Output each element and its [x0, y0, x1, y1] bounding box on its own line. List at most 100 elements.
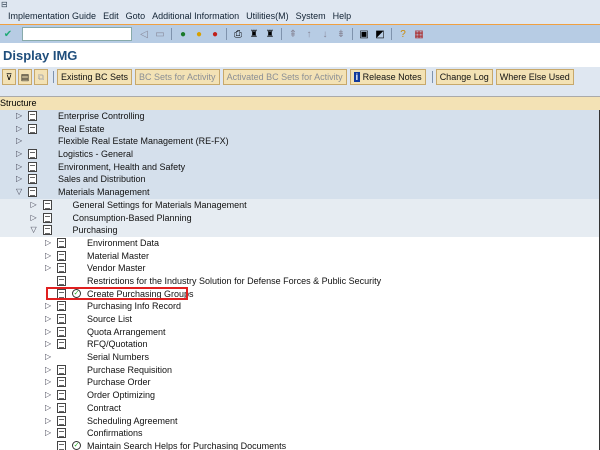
expand-node-icon[interactable]: ▷ — [45, 376, 51, 389]
expand-node-icon[interactable]: ▷ — [45, 415, 51, 428]
expand-node-icon[interactable]: ▷ — [16, 135, 22, 148]
documentation-icon[interactable] — [28, 161, 37, 172]
last-page-icon[interactable]: ⇟ — [335, 28, 347, 40]
documentation-icon[interactable] — [28, 149, 37, 160]
expand-node-icon[interactable]: ▷ — [45, 427, 51, 440]
documentation-icon[interactable] — [42, 225, 52, 236]
documentation-icon[interactable] — [57, 301, 66, 312]
change-log-button[interactable]: Change Log — [435, 69, 493, 85]
system-menu-icon[interactable]: ⊟ — [1, 0, 8, 9]
tree-node-label[interactable]: Logistics - General — [58, 148, 133, 161]
documentation-icon[interactable] — [28, 174, 37, 185]
expand-node-icon[interactable]: ▷ — [31, 212, 37, 225]
documentation-icon[interactable]: ▤ — [18, 69, 32, 85]
existing-bc-sets-button[interactable]: Existing BC Sets — [57, 69, 133, 85]
expand-node-icon[interactable]: ▷ — [45, 402, 51, 415]
expand-node-icon[interactable]: ▷ — [45, 326, 51, 339]
print-icon[interactable]: ⎙ — [232, 28, 244, 40]
tree-node-label[interactable]: Materials Management — [58, 186, 150, 199]
documentation-icon[interactable] — [57, 440, 66, 450]
copy-icon[interactable]: ⧉ — [34, 69, 48, 85]
tree-node-label[interactable]: Consumption-Based Planning — [73, 212, 192, 225]
tree-node[interactable]: ▷ Purchasing Info Record — [0, 300, 600, 313]
tree-node[interactable]: ▷ Sales and Distribution — [0, 173, 600, 187]
expand-subtree-icon[interactable]: ⊽ — [2, 69, 16, 85]
tree-node[interactable]: ▷ Real Estate — [0, 122, 600, 136]
documentation-icon[interactable] — [42, 212, 52, 223]
tree-node[interactable]: ▷ Serial Numbers — [0, 351, 600, 364]
tree-node-label[interactable]: Confirmations — [87, 427, 143, 440]
expand-node-icon[interactable]: ▷ — [16, 148, 22, 161]
documentation-icon[interactable] — [57, 339, 66, 350]
tree-node[interactable]: ▷ Quota Arrangement — [0, 325, 600, 339]
expand-node-icon[interactable]: ▷ — [45, 237, 51, 250]
expand-node-icon[interactable]: ▷ — [45, 364, 51, 377]
menu-additional-information[interactable]: Additional Information — [152, 11, 239, 21]
enter-icon[interactable]: ✔ — [2, 28, 14, 40]
release-notes-button[interactable]: i Release Notes — [349, 69, 426, 85]
documentation-icon[interactable] — [57, 402, 66, 413]
expand-node-icon[interactable]: ▷ — [45, 262, 51, 275]
documentation-icon[interactable] — [28, 111, 37, 121]
layout-menu-icon[interactable]: ▦ — [413, 28, 425, 40]
tree-node-label[interactable]: Enterprise Controlling — [58, 110, 145, 123]
tree-node[interactable]: ▽ Purchasing — [0, 224, 600, 237]
expand-node-icon[interactable]: ▷ — [45, 300, 51, 313]
menu-edit[interactable]: Edit — [103, 11, 119, 21]
expand-node-icon[interactable]: ▷ — [16, 123, 22, 136]
first-page-icon[interactable]: ⇞ — [287, 28, 299, 40]
menu-help[interactable]: Help — [333, 11, 352, 21]
find-icon[interactable]: ♜ — [248, 28, 260, 40]
tree-node[interactable]: ▷ Environment Data — [0, 236, 600, 250]
tree-node[interactable]: ▷ Flexible Real Estate Management (RE-FX) — [0, 135, 600, 149]
tree-node[interactable]: ▷ Consumption-Based Planning — [0, 211, 600, 225]
tree-node-label[interactable]: Purchasing Info Record — [87, 300, 181, 313]
find-next-icon[interactable]: ♜ — [264, 28, 276, 40]
exit-icon[interactable]: ● — [193, 28, 205, 40]
tree-node-label[interactable]: Sales and Distribution — [58, 173, 146, 186]
documentation-icon[interactable] — [57, 390, 66, 401]
tree-node[interactable]: ▷ RFQ/Quotation — [0, 338, 600, 352]
tree-node-label[interactable]: Source List — [87, 313, 132, 326]
tree-node[interactable]: ▷ General Settings for Materials Manageme… — [0, 198, 600, 212]
tree-node-label[interactable]: Environment Data — [87, 237, 159, 250]
help-icon[interactable]: ? — [397, 28, 409, 40]
documentation-icon[interactable] — [57, 428, 66, 439]
menu-utilities-m-[interactable]: Utilities(M) — [246, 11, 289, 21]
tree-node[interactable]: ▷ Purchase Order — [0, 376, 600, 390]
tree-node-label[interactable]: Real Estate — [58, 123, 105, 136]
tree-node-label[interactable]: Purchase Requisition — [87, 364, 172, 377]
documentation-icon[interactable] — [57, 377, 66, 388]
activated-bc-sets-button[interactable]: Activated BC Sets for Activity — [222, 69, 347, 85]
tree-node[interactable]: Restrictions for the Industry Solution f… — [0, 274, 600, 288]
expand-node-icon[interactable]: ▷ — [45, 250, 51, 263]
expand-node-icon[interactable]: ▷ — [16, 173, 22, 186]
tree-node[interactable]: ▷ Material Master — [0, 249, 600, 263]
tree-node-label[interactable]: RFQ/Quotation — [87, 338, 148, 351]
tree-node-label[interactable]: Order Optimizing — [87, 389, 155, 402]
tree-node[interactable]: ▷ Order Optimizing — [0, 389, 600, 402]
tree-node[interactable]: ▷ Source List — [0, 313, 600, 326]
documentation-icon[interactable] — [42, 199, 52, 210]
tree-node-label[interactable]: Contract — [87, 402, 121, 415]
expand-node-icon[interactable]: ▷ — [45, 389, 51, 402]
documentation-icon[interactable] — [57, 364, 66, 375]
tree-node-label[interactable]: Vendor Master — [87, 262, 146, 275]
documentation-icon[interactable] — [57, 326, 66, 337]
tree-node[interactable]: ▽ Materials Management — [0, 186, 600, 199]
menu-system[interactable]: System — [296, 11, 326, 21]
documentation-icon[interactable] — [57, 275, 66, 286]
command-field[interactable] — [22, 27, 132, 41]
menu-goto[interactable]: Goto — [126, 11, 146, 21]
tree-node-label[interactable]: Material Master — [87, 250, 149, 263]
cancel-icon[interactable]: ● — [209, 28, 221, 40]
documentation-icon[interactable] — [57, 314, 66, 324]
expand-node-icon[interactable]: ▷ — [16, 161, 22, 174]
tree-node-label[interactable]: Restrictions for the Industry Solution f… — [87, 275, 381, 288]
tree-node[interactable]: ▷ Logistics - General — [0, 148, 600, 161]
documentation-icon[interactable] — [57, 237, 66, 248]
execute-activity-icon[interactable]: ✓ — [72, 440, 81, 450]
documentation-icon[interactable] — [57, 263, 66, 274]
expand-node-icon[interactable]: ▷ — [16, 110, 22, 123]
bc-sets-for-activity-button[interactable]: BC Sets for Activity — [135, 69, 220, 85]
